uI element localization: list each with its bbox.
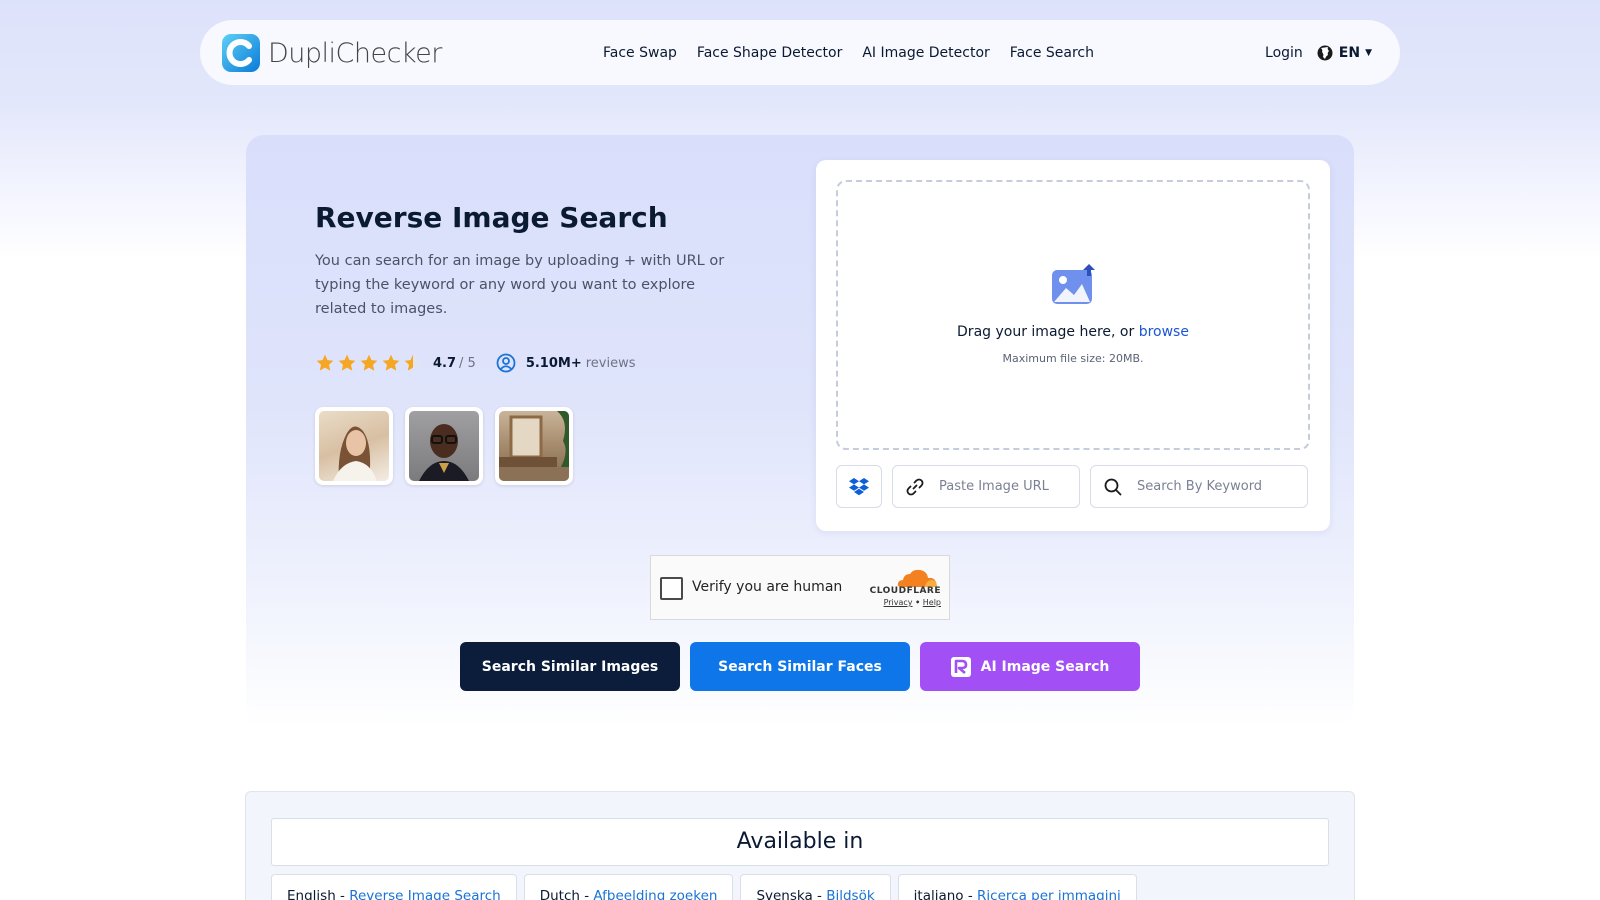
ai-image-search-button[interactable]: AI Image Search xyxy=(920,642,1140,691)
image-url-input[interactable] xyxy=(939,479,1069,494)
star-icon xyxy=(382,354,400,371)
sample-images xyxy=(315,407,573,485)
language-name: English - xyxy=(287,888,350,900)
page-title: Reverse Image Search xyxy=(315,201,668,234)
language-name: Svenska - xyxy=(756,888,827,900)
language-link[interactable]: Bildsök xyxy=(826,888,874,900)
rating-bar: 4.7 / 5 5.10M+ reviews xyxy=(315,353,636,373)
duplichecker-logo-icon xyxy=(222,34,260,72)
ai-logo-icon xyxy=(950,656,971,677)
nav-face-search[interactable]: Face Search xyxy=(1010,45,1094,61)
star-icon xyxy=(360,354,378,371)
brand-name: DupliChecker xyxy=(268,37,442,69)
max-file-size: Maximum file size: 20MB. xyxy=(1002,352,1144,365)
privacy-link[interactable]: Privacy xyxy=(884,598,913,607)
language-link[interactable]: Ricerca per immagini xyxy=(977,888,1121,900)
image-upload-icon xyxy=(1052,264,1095,304)
captcha-checkbox[interactable] xyxy=(660,577,683,600)
language-code: EN xyxy=(1338,44,1361,61)
main-nav: Face Swap Face Shape Detector AI Image D… xyxy=(603,20,1094,85)
input-row xyxy=(836,465,1308,508)
user-circle-icon xyxy=(496,353,516,373)
search-similar-images-button[interactable]: Search Similar Images xyxy=(460,642,680,691)
interior-image xyxy=(499,411,569,481)
language-name: italiano - xyxy=(913,888,978,900)
sample-image-interior[interactable] xyxy=(495,407,573,485)
chevron-down-icon: ▼ xyxy=(1365,47,1372,58)
cloudflare-captcha: Verify you are human CLOUDFLARE Privacy … xyxy=(650,555,950,620)
language-item-dutch: Dutch - Afbeelding zoeken xyxy=(523,874,734,900)
cloudflare-cloud-icon xyxy=(897,569,937,587)
image-url-field xyxy=(892,465,1080,508)
link-icon xyxy=(906,478,924,495)
available-languages-section: Available in English - Reverse Image Sea… xyxy=(245,791,1355,900)
woman-portrait-image xyxy=(333,426,377,481)
page-description: You can search for an image by uploading… xyxy=(315,253,725,317)
nav-face-shape-detector[interactable]: Face Shape Detector xyxy=(697,45,842,61)
star-icon xyxy=(338,354,356,371)
upload-card: Drag your image here, or browse Maximum … xyxy=(816,160,1330,531)
star-half-icon xyxy=(404,354,422,371)
browse-link[interactable]: browse xyxy=(1139,324,1189,340)
language-selector[interactable]: EN ▼ xyxy=(1317,45,1372,61)
reviews-count: 5.10M+ xyxy=(525,355,582,371)
keyword-search-field xyxy=(1090,465,1308,508)
star-icon xyxy=(316,354,334,371)
globe-icon xyxy=(1317,45,1333,60)
search-actions: Search Similar Images Search Similar Fac… xyxy=(460,642,1140,691)
language-link[interactable]: Afbeelding zoeken xyxy=(593,888,717,900)
language-item-english: English - Reverse Image Search xyxy=(271,874,517,900)
language-link[interactable]: Reverse Image Search xyxy=(349,888,501,900)
search-similar-faces-button[interactable]: Search Similar Faces xyxy=(690,642,910,691)
drag-text: Drag your image here, or xyxy=(957,324,1135,340)
captcha-label: Verify you are human xyxy=(692,579,843,595)
available-in-title: Available in xyxy=(271,818,1329,866)
ai-image-search-label: AI Image Search xyxy=(980,658,1110,675)
hero-section: Reverse Image Search You can search for … xyxy=(246,135,1354,727)
site-header: DupliChecker Face Swap Face Shape Detect… xyxy=(200,20,1400,85)
rating-score: 4.7 xyxy=(433,355,457,371)
language-item-svenska: Svenska - Bildsök xyxy=(740,874,891,900)
language-list: English - Reverse Image Search Dutch - A… xyxy=(271,874,1137,900)
header-actions: Login EN ▼ xyxy=(1265,20,1372,85)
man-portrait-image xyxy=(419,424,469,481)
login-link[interactable]: Login xyxy=(1265,45,1303,61)
keyword-search-input[interactable] xyxy=(1137,479,1267,494)
search-icon xyxy=(1104,478,1122,495)
language-item-italiano: italiano - Ricerca per immagini xyxy=(897,874,1137,900)
nav-ai-image-detector[interactable]: AI Image Detector xyxy=(862,45,989,61)
brand-logo[interactable]: DupliChecker xyxy=(222,34,442,72)
dropbox-button[interactable] xyxy=(836,465,882,508)
cloudflare-wordmark: CLOUDFLARE xyxy=(869,586,941,596)
reviews-label: reviews xyxy=(585,355,636,371)
captcha-links: Privacy • Help xyxy=(884,598,941,607)
dropbox-icon xyxy=(849,477,869,495)
language-name: Dutch - xyxy=(539,888,594,900)
link-separator: • xyxy=(915,598,921,607)
sample-image-woman[interactable] xyxy=(315,407,393,485)
rating-out-of: / 5 xyxy=(459,355,476,371)
help-link[interactable]: Help xyxy=(923,598,941,607)
image-dropzone[interactable]: Drag your image here, or browse Maximum … xyxy=(836,180,1310,450)
drag-instructions: Drag your image here, or browse xyxy=(838,324,1308,340)
sample-image-man[interactable] xyxy=(405,407,483,485)
nav-face-swap[interactable]: Face Swap xyxy=(603,45,677,61)
